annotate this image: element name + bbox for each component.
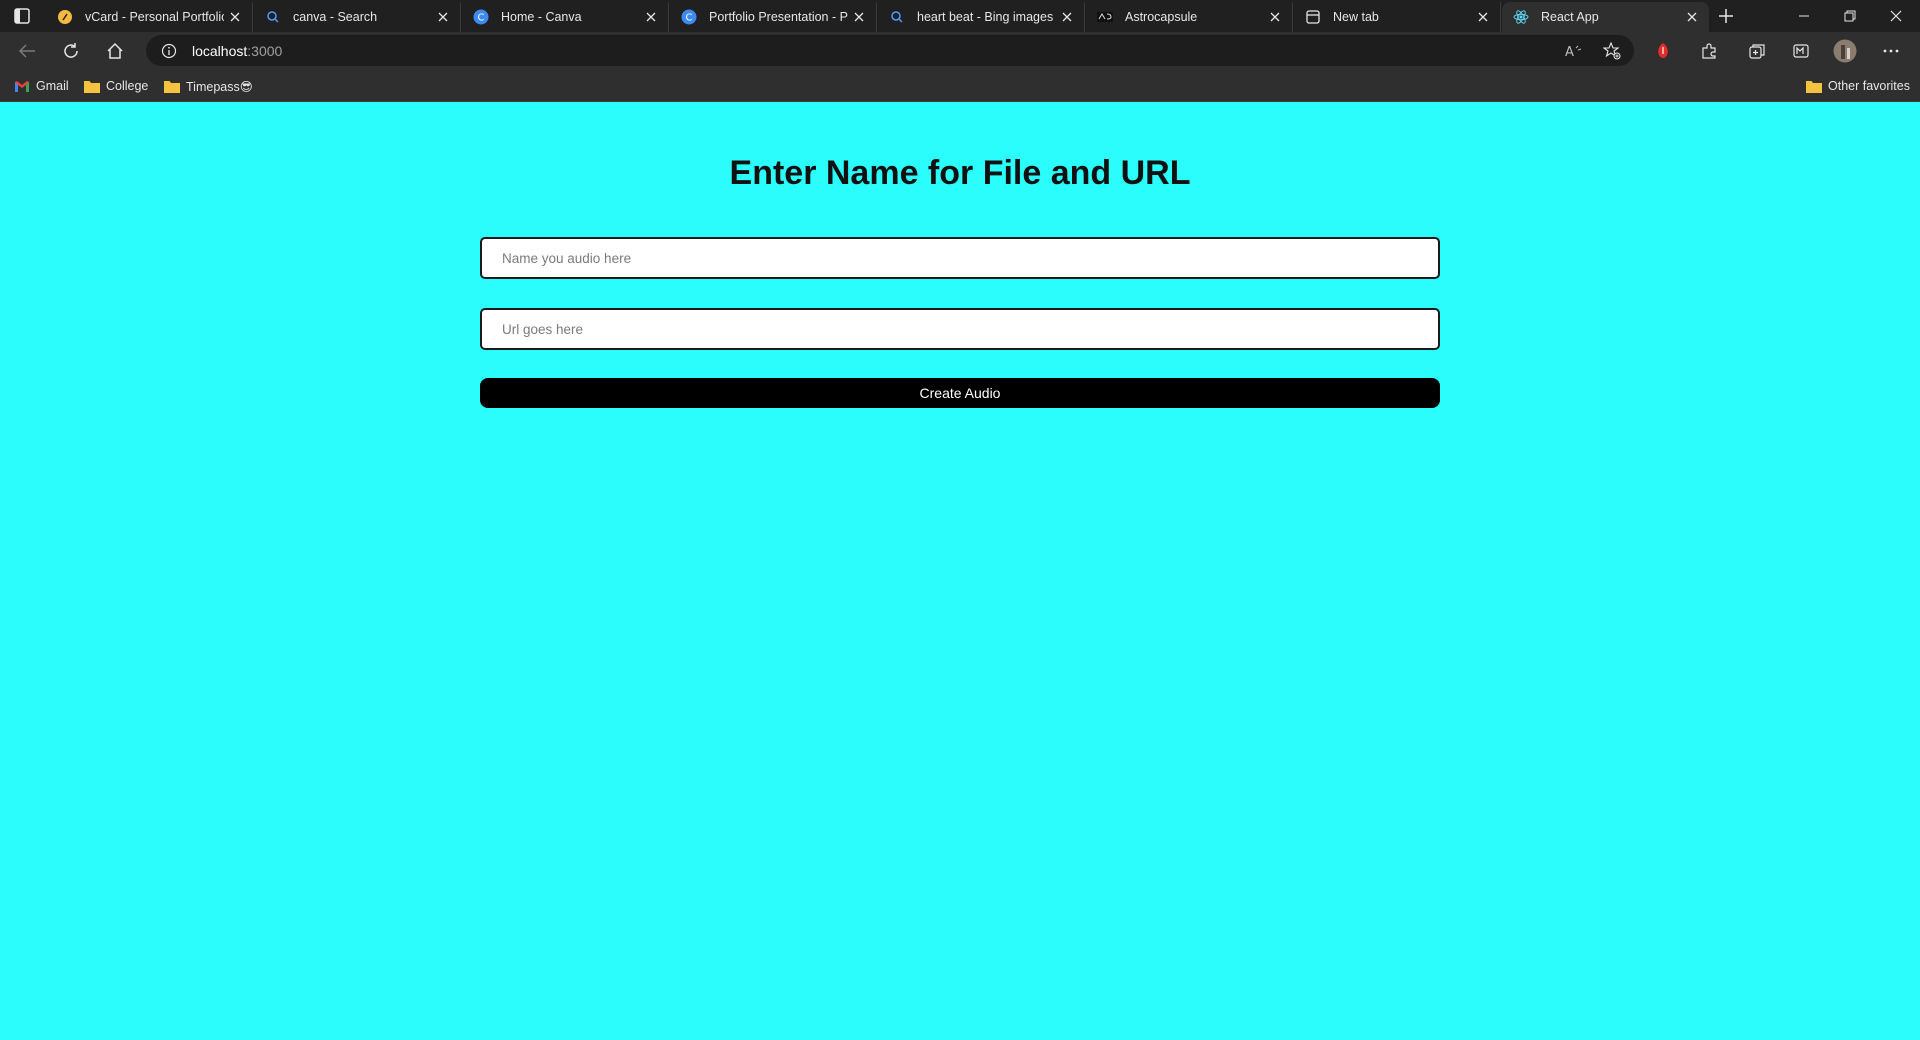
collections-icon[interactable]: [1742, 37, 1772, 65]
tab-heart-beat-bing[interactable]: heart beat - Bing images: [878, 2, 1085, 32]
tab-canva-search[interactable]: canva - Search: [254, 2, 461, 32]
url-host: localhost: [192, 42, 248, 59]
close-icon[interactable]: [1264, 6, 1286, 28]
close-icon[interactable]: [1472, 6, 1494, 28]
new-tab-icon[interactable]: [1714, 4, 1738, 28]
tab-title: New tab: [1333, 10, 1379, 24]
extensions-icon[interactable]: [1694, 37, 1724, 65]
close-icon[interactable]: [1681, 6, 1703, 28]
tab-title: heart beat - Bing images: [917, 10, 1054, 24]
restore-icon[interactable]: [1827, 0, 1873, 32]
page-title: Enter Name for File and URL: [729, 154, 1191, 192]
folder-icon: [1806, 78, 1822, 94]
page-content: Enter Name for File and URL Create Audio: [0, 102, 1920, 1040]
tab-vcard[interactable]: vCard - Personal Portfolio: [46, 2, 253, 32]
tab-title: canva - Search: [293, 10, 378, 24]
add-favorite-icon[interactable]: [1602, 41, 1622, 61]
folder-icon: [84, 78, 100, 94]
bookmarks-bar: Gmail College Timepass😎 Other favorites: [0, 70, 1920, 102]
tab-react-app[interactable]: React App: [1502, 2, 1709, 32]
newtab-favicon-icon: [1305, 9, 1321, 25]
svg-text:C: C: [686, 13, 693, 24]
search-favicon-icon: [889, 9, 905, 25]
url-text: localhost:3000: [192, 43, 282, 59]
browser-chrome: vCard - Personal Portfolio canva - Searc…: [0, 0, 1920, 102]
vcard-favicon-icon: [57, 9, 73, 25]
url-input[interactable]: [480, 308, 1440, 350]
close-icon[interactable]: [640, 6, 662, 28]
minimize-icon[interactable]: [1781, 0, 1827, 32]
tab-home-canva[interactable]: C Home - Canva: [462, 2, 669, 32]
browser-toolbar: localhost:3000 A: [0, 32, 1920, 70]
bookmark-college[interactable]: College: [84, 76, 148, 96]
tab-astrocapsule[interactable]: Astrocapsule: [1086, 2, 1293, 32]
react-favicon-icon: [1513, 9, 1529, 25]
tab-title: Portfolio Presentation - Pre: [709, 10, 848, 24]
bookmark-label: Other favorites: [1828, 79, 1910, 93]
tab-new-tab[interactable]: New tab: [1294, 2, 1501, 32]
tab-title: Home - Canva: [501, 10, 582, 24]
canva-favicon-icon: C: [681, 9, 697, 25]
window-close-icon[interactable]: [1873, 0, 1919, 32]
folder-icon: [164, 78, 180, 94]
bookmark-label: College: [106, 79, 149, 93]
bookmark-label: Timepass😎: [186, 79, 253, 94]
gmail-icon: [14, 78, 30, 94]
close-icon[interactable]: [848, 6, 870, 28]
create-audio-button[interactable]: Create Audio: [480, 378, 1440, 408]
info-icon[interactable]: [160, 42, 178, 60]
extension-red-icon[interactable]: [1648, 37, 1678, 65]
tab-strip: vCard - Personal Portfolio canva - Searc…: [0, 0, 1920, 32]
url-port: :3000: [247, 42, 283, 59]
svg-text:C: C: [478, 13, 485, 24]
tab-portfolio-presentation[interactable]: C Portfolio Presentation - Pre: [670, 2, 877, 32]
bookmark-other-favorites[interactable]: Other favorites: [1806, 76, 1910, 96]
close-icon[interactable]: [1056, 6, 1078, 28]
bookmark-label: Gmail: [36, 79, 69, 93]
tab-title: React App: [1541, 10, 1599, 24]
bookmark-gmail[interactable]: Gmail: [14, 76, 69, 96]
tab-title: vCard - Personal Portfolio: [85, 10, 224, 24]
avatar[interactable]: [1830, 37, 1860, 65]
audio-name-input[interactable]: [480, 237, 1440, 279]
search-favicon-icon: [265, 9, 281, 25]
tab-actions-icon[interactable]: [12, 6, 32, 26]
canva-favicon-icon: C: [473, 9, 489, 25]
bookmark-timepass[interactable]: Timepass😎: [164, 76, 253, 96]
tab-title: Astrocapsule: [1125, 10, 1198, 24]
close-icon[interactable]: [224, 6, 246, 28]
more-options-icon[interactable]: [1876, 37, 1906, 65]
address-bar[interactable]: localhost:3000 A: [146, 35, 1634, 66]
browser-essentials-icon[interactable]: [1786, 37, 1816, 65]
svg-text:A: A: [1565, 45, 1574, 59]
read-aloud-icon[interactable]: A: [1564, 41, 1584, 61]
astrocapsule-favicon-icon: [1097, 9, 1113, 25]
back-icon[interactable]: [12, 37, 42, 65]
close-icon[interactable]: [432, 6, 454, 28]
home-icon[interactable]: [100, 37, 130, 65]
refresh-icon[interactable]: [56, 37, 86, 65]
